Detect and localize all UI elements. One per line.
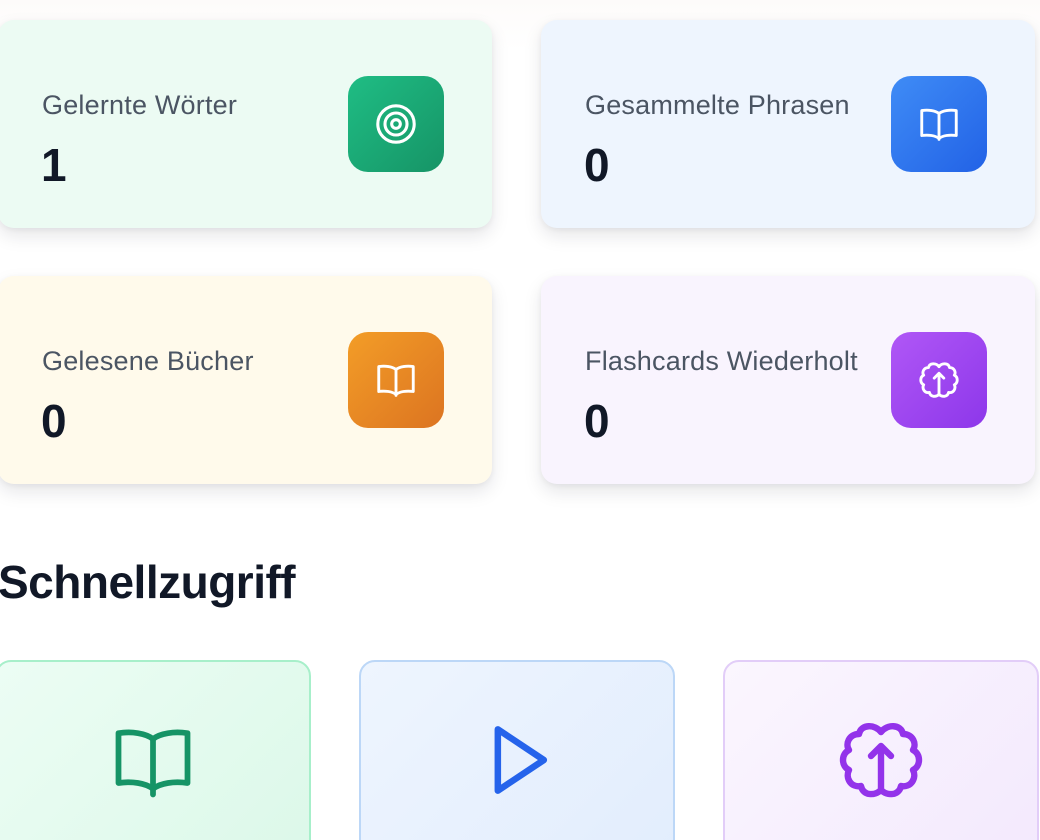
stat-label: Gesammelte Phrasen bbox=[585, 90, 850, 120]
play-icon bbox=[494, 726, 548, 794]
brain-icon bbox=[839, 723, 923, 798]
stat-card-learned-words: Gelernte Wörter 1 bbox=[0, 20, 492, 228]
target-icon bbox=[376, 104, 416, 144]
stat-value: 0 bbox=[584, 139, 610, 191]
stat-icon-tile bbox=[891, 76, 987, 172]
stat-card-flashcards-reviewed: Flashcards Wiederholt 0 bbox=[541, 276, 1035, 484]
quick-access-icon bbox=[103, 710, 203, 810]
stat-icon-tile bbox=[348, 332, 444, 428]
stat-label: Gelesene Bücher bbox=[42, 346, 254, 376]
quick-access-card-reading[interactable] bbox=[0, 660, 311, 840]
quick-access-icon bbox=[467, 710, 567, 810]
stat-label: Gelernte Wörter bbox=[42, 90, 238, 120]
brain-icon bbox=[919, 362, 959, 398]
book-open-icon bbox=[377, 364, 415, 397]
book-open-icon bbox=[920, 108, 958, 141]
stat-value: 1 bbox=[41, 139, 67, 191]
stat-card-books-read: Gelesene Bücher 0 bbox=[0, 276, 492, 484]
stat-label: Flashcards Wiederholt bbox=[585, 346, 858, 376]
stat-value: 0 bbox=[584, 395, 610, 447]
dashboard-page: Gelernte Wörter 1 Gesammelte Phrasen 0 G… bbox=[0, 0, 1040, 840]
stat-card-collected-phrases: Gesammelte Phrasen 0 bbox=[541, 20, 1035, 228]
section-title-quick-access: Schnellzugriff bbox=[0, 556, 296, 608]
stat-icon-tile bbox=[348, 76, 444, 172]
stat-value: 0 bbox=[41, 395, 67, 447]
book-open-icon bbox=[115, 729, 191, 798]
stat-icon-tile bbox=[891, 332, 987, 428]
quick-access-icon bbox=[831, 710, 931, 810]
quick-access-card-play[interactable] bbox=[359, 660, 675, 840]
quick-access-card-flashcards[interactable] bbox=[723, 660, 1039, 840]
